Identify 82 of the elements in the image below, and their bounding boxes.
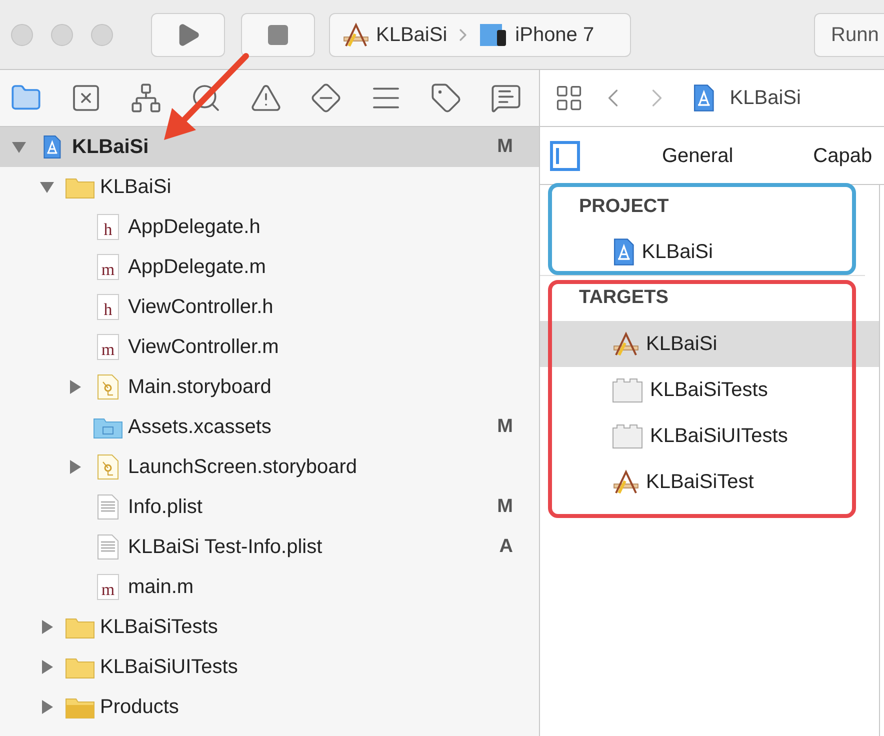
file-name: Assets.xcassets [128,415,272,440]
warning-icon[interactable] [250,82,282,114]
project-file-icon [42,135,62,159]
scm-status: M [497,494,513,519]
file-tree-row[interactable]: h ViewController.h [0,287,539,327]
stop-icon [266,22,290,46]
file-name: Main.storyboard [128,375,272,400]
disclosure-triangle-icon[interactable] [40,620,54,634]
scheme-selector[interactable]: KLBaiSi iPhone 7 [329,12,631,56]
file-tree-row[interactable]: LaunchScreen.storyboard [0,447,539,487]
file-name: main.m [128,575,194,600]
file-tree-row[interactable]: Main.storyboard [0,367,539,407]
storyboard-file-icon [97,374,119,400]
file-tree-row[interactable]: KLBaiSi Test-Info.plist A [0,527,539,567]
target-list-item[interactable]: KLBaiSi [540,321,879,367]
target-list-item[interactable]: KLBaiSiTests [540,367,865,413]
hierarchy-icon[interactable] [130,82,162,114]
file-tree-row[interactable]: Info.plist M [0,487,539,527]
plist-file-icon [97,494,119,520]
file-name: ViewController.h [128,295,274,320]
section-header: PROJECT [579,194,669,219]
file-name: KLBaiSi [72,135,149,160]
square-x-icon[interactable] [70,82,102,114]
file-tree-row[interactable]: m AppDelegate.m [0,247,539,287]
file-name: KLBaiSiUITests [100,655,238,680]
plist-file-icon [97,534,119,560]
editor-tab[interactable]: Capab [813,140,872,170]
target-list-item[interactable]: KLBaiSiTest [540,459,865,505]
file-name: LaunchScreen.storyboard [128,455,358,480]
source-file-icon: m [97,334,119,360]
diamond-minus-icon[interactable] [310,82,342,114]
scm-status: M [497,414,513,439]
bundle-icon [612,377,644,403]
sidebar-toggle-icon[interactable] [550,140,580,170]
file-name: ViewController.m [128,335,279,360]
file-tree-row[interactable]: m ViewController.m [0,327,539,367]
breadcrumb-item[interactable]: KLBaiSi [730,83,801,113]
storyboard-file-icon [97,454,119,480]
file-tree-row[interactable]: KLBaiSiUITests [0,647,539,687]
message-icon[interactable] [490,82,522,114]
bundle-icon [612,423,644,449]
editor-tab[interactable]: General [662,140,734,170]
disclosure-triangle-icon[interactable] [12,140,26,154]
file-name: KLBaiSi Test-Info.plist [128,535,322,560]
file-name: Info.plist [128,495,202,520]
source-file-icon: m [97,574,119,600]
activity-status: Runn [814,12,884,56]
source-file-icon: h [97,214,119,240]
project-file-icon [612,238,636,266]
scm-status: M [497,134,513,159]
file-tree-row[interactable]: h AppDelegate.h [0,207,539,247]
tag-icon[interactable] [430,82,462,114]
file-tree-row[interactable]: Products [0,687,539,727]
scm-status: A [499,534,513,559]
disclosure-triangle-icon[interactable] [40,180,54,194]
file-tree-row[interactable]: KLBaiSi [0,167,539,207]
file-tree-row[interactable]: Assets.xcassets M [0,407,539,447]
app-target-icon [612,469,640,495]
run-button[interactable] [151,12,225,56]
target-list-item[interactable]: KLBaiSi [540,229,879,275]
file-name: KLBaiSi [100,175,172,200]
file-tree-row[interactable]: KLBaiSi M [0,127,539,167]
target-list-item[interactable]: KLBaiSiUITests [540,413,865,459]
disclosure-triangle-icon[interactable] [40,660,54,674]
disclosure-triangle-icon[interactable] [68,380,82,394]
file-name: Products [100,695,179,720]
stop-button[interactable] [241,12,315,56]
search-icon[interactable] [190,82,222,114]
file-name: KLBaiSiTests [100,615,218,640]
disclosure-triangle-icon[interactable] [68,460,82,474]
section-header: TARGETS [579,286,668,310]
source-file-icon: h [97,294,119,320]
source-file-icon: m [97,254,119,280]
disclosure-triangle-icon[interactable] [40,700,54,714]
project-file-icon [692,84,716,112]
file-name: AppDelegate.h [128,215,260,240]
app-target-icon [342,22,370,48]
file-tree-row[interactable]: m main.m [0,567,539,607]
file-tree-row[interactable]: KLBaiSiTests [0,607,539,647]
file-name: AppDelegate.m [128,255,266,280]
app-target-icon [612,331,640,357]
related-items-icon[interactable] [554,83,584,113]
